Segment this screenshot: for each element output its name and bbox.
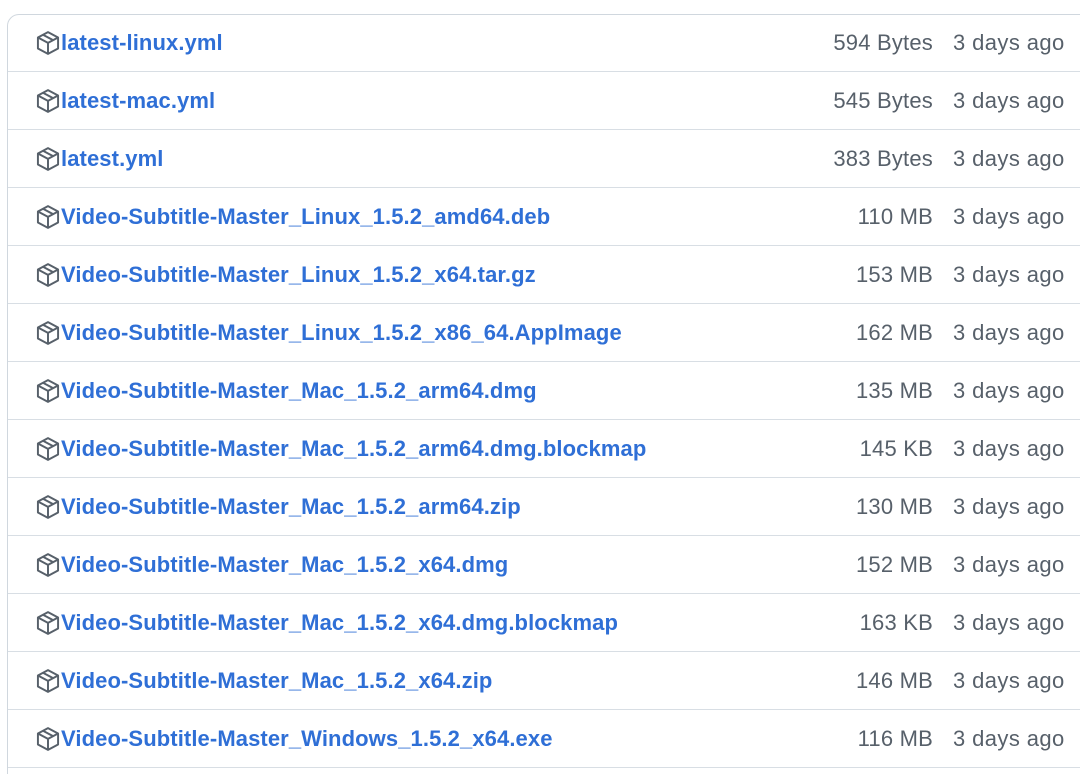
asset-row: Video-Subtitle-Master_Mac_1.5.2_arm64.dm…	[8, 362, 1080, 420]
asset-date: 3 days ago	[953, 319, 1065, 345]
asset-size: 163 KB	[859, 609, 933, 635]
asset-name: Video-Subtitle-Master_Mac_1.5.2_arm64.zi…	[61, 493, 521, 519]
asset-size: 162 MB	[855, 319, 933, 345]
asset-row: latest.yml 383 Bytes 3 days ago	[8, 130, 1080, 188]
asset-size: 116 MB	[857, 725, 933, 751]
asset-link[interactable]: Video-Subtitle-Master_Windows_1.5.2_x64.…	[35, 726, 553, 752]
asset-row: Video-Subtitle-Master_Mac_1.5.2_arm64.dm…	[8, 420, 1080, 478]
package-icon	[35, 552, 61, 578]
package-icon	[35, 610, 61, 636]
asset-row: Video-Subtitle-Master_Mac_1.5.2_x64.dmg …	[8, 536, 1080, 594]
package-icon	[35, 30, 61, 56]
asset-link[interactable]: latest-linux.yml	[35, 30, 223, 56]
package-icon	[35, 726, 61, 752]
asset-row: Video-Subtitle-Master_Linux_1.5.2_x64.ta…	[8, 246, 1080, 304]
asset-row: Video-Subtitle-Master_Mac_1.5.2_x64.zip …	[8, 652, 1080, 710]
asset-name: Video-Subtitle-Master_Linux_1.5.2_x64.ta…	[61, 261, 536, 287]
asset-date: 3 days ago	[953, 87, 1065, 113]
asset-link[interactable]: latest-mac.yml	[35, 88, 215, 114]
asset-row: Video-Subtitle-Master_Mac_1.5.2_x64.dmg.…	[8, 594, 1080, 652]
asset-date: 3 days ago	[953, 435, 1065, 461]
asset-link[interactable]: latest.yml	[35, 146, 164, 172]
asset-date: 3 days ago	[953, 261, 1065, 287]
asset-row: Video-Subtitle-Master_Windows_1.5.2_x64.…	[8, 710, 1080, 768]
asset-date: 3 days ago	[953, 493, 1065, 519]
asset-link[interactable]: Video-Subtitle-Master_Linux_1.5.2_x64.ta…	[35, 262, 536, 288]
package-icon	[35, 320, 61, 346]
asset-size: 145 KB	[859, 435, 933, 461]
asset-size: 545 Bytes	[833, 87, 933, 113]
asset-link[interactable]: Video-Subtitle-Master_Mac_1.5.2_arm64.zi…	[35, 494, 521, 520]
asset-size: 153 MB	[855, 261, 933, 287]
asset-link[interactable]: Video-Subtitle-Master_Linux_1.5.2_amd64.…	[35, 204, 550, 230]
asset-name: Video-Subtitle-Master_Linux_1.5.2_x86_64…	[61, 319, 622, 345]
package-icon	[35, 436, 61, 462]
release-assets-list: latest-linux.yml 594 Bytes 3 days ago la…	[7, 14, 1080, 774]
asset-name: latest-mac.yml	[61, 87, 216, 113]
asset-name: Video-Subtitle-Master_Linux_1.5.2_amd64.…	[61, 203, 551, 229]
asset-row: Video-Subtitle-Master_Mac_1.5.2_arm64.zi…	[8, 478, 1080, 536]
asset-size: 146 MB	[855, 667, 933, 693]
asset-link[interactable]: Video-Subtitle-Master_Mac_1.5.2_arm64.dm…	[35, 436, 646, 462]
package-icon	[35, 378, 61, 404]
asset-row: Video-Subtitle-Master_Linux_1.5.2_amd64.…	[8, 188, 1080, 246]
asset-link[interactable]: Video-Subtitle-Master_Mac_1.5.2_x64.dmg	[35, 552, 508, 578]
asset-link[interactable]: Video-Subtitle-Master_Mac_1.5.2_x64.dmg.…	[35, 610, 618, 636]
asset-size: 152 MB	[855, 551, 933, 577]
asset-date: 3 days ago	[953, 203, 1065, 229]
asset-size: 135 MB	[855, 377, 933, 403]
asset-size: 110 MB	[857, 203, 933, 229]
asset-date: 3 days ago	[953, 609, 1065, 635]
package-icon	[35, 494, 61, 520]
asset-size: 594 Bytes	[833, 30, 933, 55]
asset-row: latest-linux.yml 594 Bytes 3 days ago	[8, 15, 1080, 72]
asset-link[interactable]: Video-Subtitle-Master_Linux_1.5.2_x86_64…	[35, 320, 622, 346]
asset-link[interactable]: Video-Subtitle-Master_Mac_1.5.2_arm64.dm…	[35, 378, 537, 404]
package-icon	[35, 668, 61, 694]
asset-name: latest.yml	[61, 145, 164, 171]
asset-date: 3 days ago	[953, 377, 1065, 403]
asset-date: 3 days ago	[953, 145, 1065, 171]
asset-name: Video-Subtitle-Master_Windows_1.5.2_x64.…	[61, 725, 553, 751]
asset-name: Video-Subtitle-Master_Mac_1.5.2_x64.zip	[61, 667, 493, 693]
asset-date: 3 days ago	[953, 667, 1065, 693]
asset-name: Video-Subtitle-Master_Mac_1.5.2_arm64.dm…	[61, 435, 647, 461]
asset-name: latest-linux.yml	[61, 30, 223, 55]
package-icon	[35, 262, 61, 288]
asset-row: Video-Subtitle-Master_Linux_1.5.2_x86_64…	[8, 304, 1080, 362]
package-icon	[35, 88, 61, 114]
asset-row: latest-mac.yml 545 Bytes 3 days ago	[8, 72, 1080, 130]
package-icon	[35, 146, 61, 172]
asset-date: 3 days ago	[953, 725, 1065, 751]
asset-size: 383 Bytes	[833, 145, 933, 171]
package-icon	[35, 204, 61, 230]
asset-size: 130 MB	[855, 493, 933, 519]
asset-link[interactable]: Video-Subtitle-Master_Mac_1.5.2_x64.zip	[35, 668, 492, 694]
asset-date: 3 days ago	[953, 30, 1065, 55]
asset-date: 3 days ago	[953, 551, 1065, 577]
asset-name: Video-Subtitle-Master_Mac_1.5.2_x64.dmg	[61, 551, 509, 577]
asset-name: Video-Subtitle-Master_Mac_1.5.2_x64.dmg.…	[61, 609, 619, 635]
asset-name: Video-Subtitle-Master_Mac_1.5.2_arm64.dm…	[61, 377, 537, 403]
